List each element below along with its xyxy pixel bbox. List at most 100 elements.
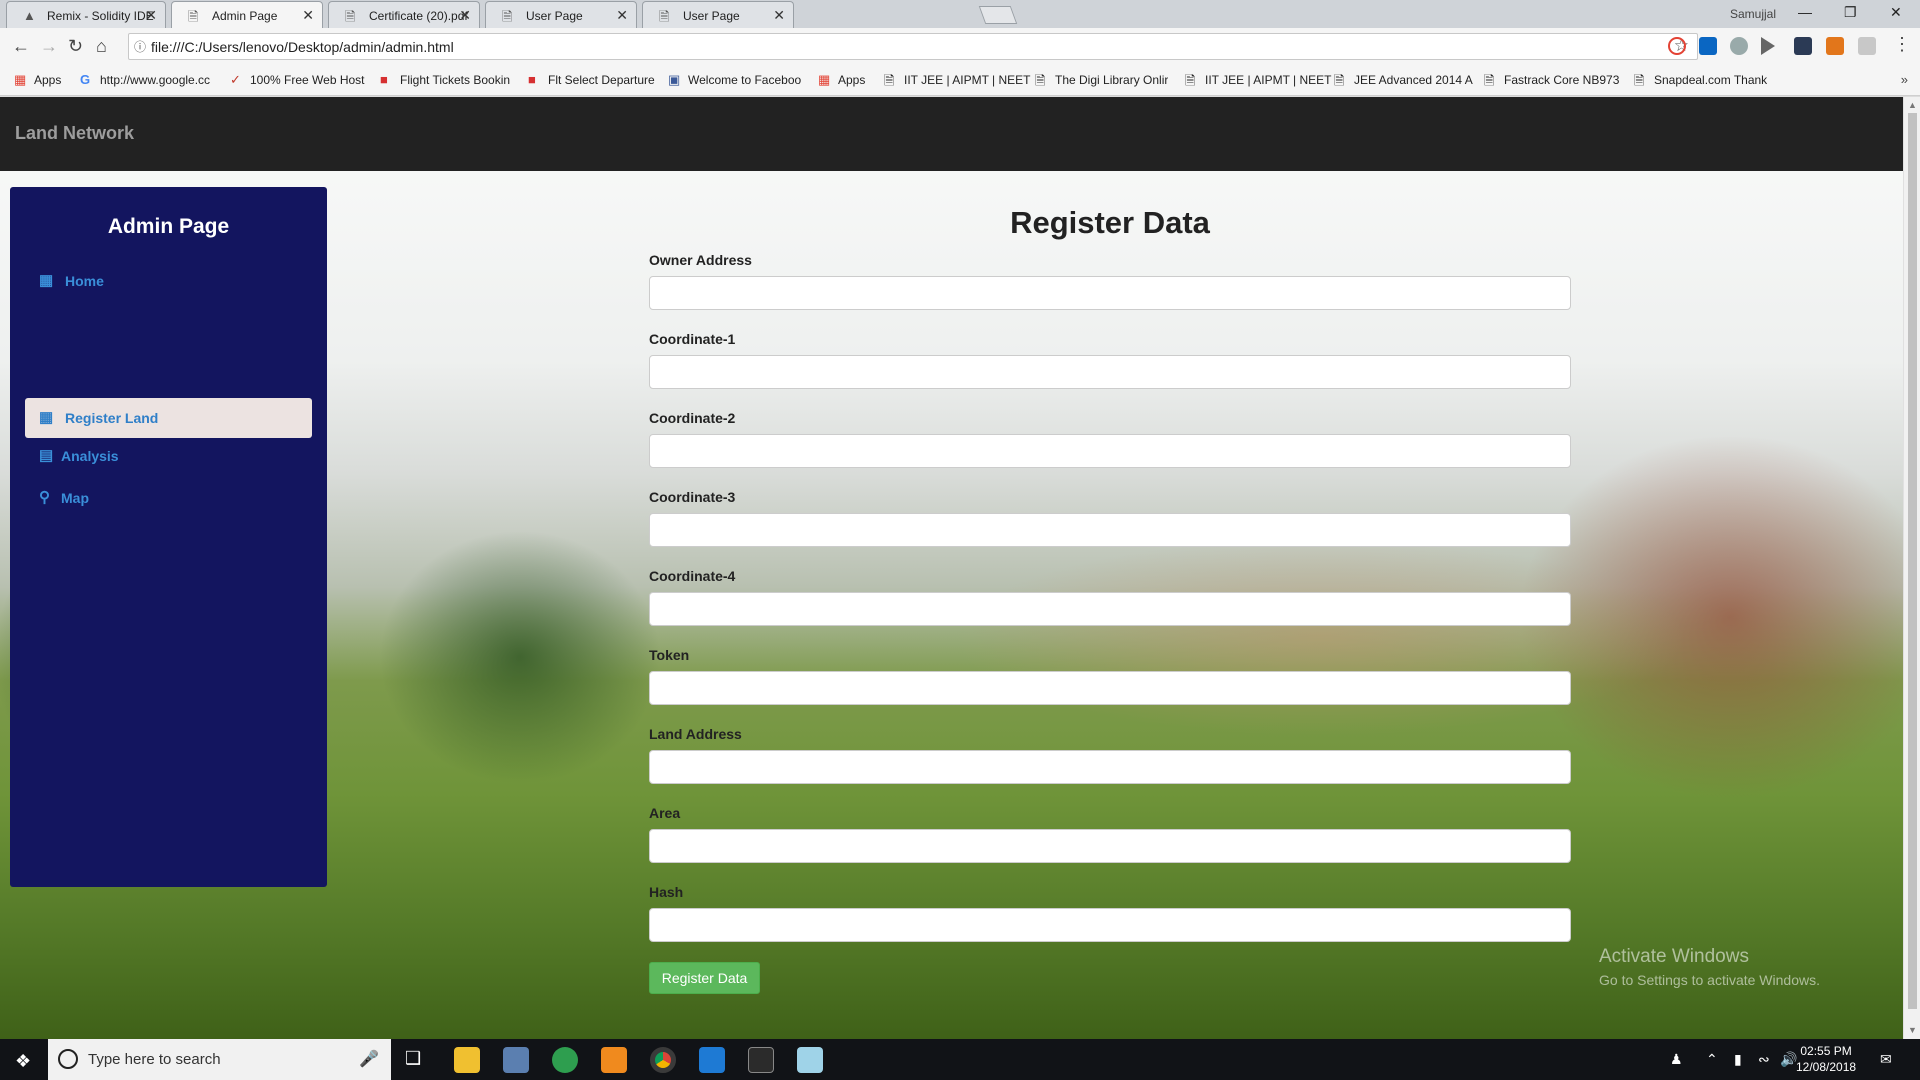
task-view-icon[interactable]: ❑ (405, 1048, 421, 1069)
tab-certificate[interactable]: 🗎 Certificate (20).pdf ✕ (328, 1, 480, 28)
bookmark-iit-jee-2[interactable]: 🗎 IIT JEE | AIPMT | NEET (1185, 73, 1332, 87)
bookmark-flight-tickets[interactable]: ■ Flight Tickets Bookin (380, 73, 510, 87)
taskbar-clock[interactable]: 02:55 PM 12/08/2018 (1796, 1043, 1856, 1075)
app-icon[interactable] (797, 1047, 823, 1073)
bookmark-fastrack[interactable]: 🗎 Fastrack Core NB973 (1484, 73, 1619, 87)
tab-strip: ▲ Remix - Solidity IDE ✕ 🗎 Admin Page ✕ … (0, 0, 1920, 28)
coordinate-3-input[interactable] (649, 513, 1571, 547)
reload-icon[interactable]: ↻ (68, 36, 83, 57)
terminal-icon[interactable] (748, 1047, 774, 1073)
profile-name[interactable]: Samujjal (1730, 7, 1776, 21)
scroll-down-icon[interactable]: ▼ (1908, 1025, 1917, 1035)
new-tab-button[interactable] (978, 6, 1018, 24)
notifications-icon[interactable]: ✉ (1880, 1051, 1892, 1068)
tab-title: User Page (526, 9, 583, 23)
menu-icon[interactable]: ⋮ (1893, 34, 1911, 55)
app-icon[interactable] (503, 1047, 529, 1073)
bookmark-facebook[interactable]: ▣ Welcome to Faceboo (668, 73, 801, 87)
bookmark-jee-advanced[interactable]: 🗎 JEE Advanced 2014 A (1334, 73, 1473, 87)
top-navbar: Land Network (0, 97, 1903, 171)
metamask-icon[interactable] (1826, 37, 1844, 55)
sublime-text-icon[interactable] (601, 1047, 627, 1073)
back-icon[interactable]: ← (12, 36, 30, 57)
register-data-button[interactable]: Register Data (649, 962, 760, 994)
linkedin-extension-icon[interactable] (1699, 37, 1717, 55)
tab-title: User Page (683, 9, 740, 23)
search-icon (58, 1049, 78, 1069)
chevron-right-icon[interactable]: » (1901, 72, 1908, 87)
bookmark-flt-select[interactable]: ■ Flt Select Departure (528, 73, 655, 87)
activate-windows-subtitle: Go to Settings to activate Windows. (1599, 972, 1820, 988)
sidebar-item-analysis[interactable]: ▤ Analysis (25, 436, 312, 476)
coordinate-2-input[interactable] (649, 434, 1571, 468)
extension-icon[interactable] (1730, 37, 1748, 55)
facebook-icon: ▣ (668, 73, 681, 87)
brand-link[interactable]: Land Network (15, 123, 134, 144)
page-icon: 🗎 (1484, 73, 1495, 87)
bookmark-google[interactable]: Ghttp://www.google.cc (80, 73, 210, 87)
microphone-icon[interactable]: 🎤 (359, 1049, 379, 1069)
address-bar[interactable]: ⓘ file:///C:/Users/lenovo/Desktop/admin/… (128, 33, 1698, 60)
bookmark-free-web-host[interactable]: ✓ 100% Free Web Host (230, 73, 365, 87)
volume-icon[interactable]: 🔊 (1780, 1051, 1797, 1068)
close-icon[interactable]: ✕ (459, 7, 471, 24)
extension-icon[interactable] (1794, 37, 1812, 55)
vscode-icon[interactable] (699, 1047, 725, 1073)
token-input[interactable] (649, 671, 1571, 705)
chrome-icon[interactable] (650, 1047, 676, 1073)
sidebar-item-register-land[interactable]: ▦ Register Land (25, 398, 312, 438)
bookmark-apps-2[interactable]: ▦ Apps (818, 73, 865, 87)
close-window-icon[interactable]: ✕ (1890, 4, 1902, 21)
chevron-up-icon[interactable]: ⌃ (1706, 1051, 1718, 1068)
restore-icon[interactable]: ❐ (1844, 4, 1857, 21)
coordinate-2-label: Coordinate-2 (649, 410, 736, 426)
home-icon[interactable]: ⌂ (96, 36, 107, 57)
tab-remix[interactable]: ▲ Remix - Solidity IDE ✕ (6, 1, 166, 28)
area-label: Area (649, 805, 681, 821)
sidebar-item-label: Register Land (65, 410, 159, 426)
sidebar-item-label: Map (61, 490, 89, 506)
coordinate-3-label: Coordinate-3 (649, 489, 736, 505)
minimize-icon[interactable]: — (1798, 4, 1812, 20)
land-address-input[interactable] (649, 750, 1571, 784)
taskbar-search[interactable]: Type here to search 🎤 (48, 1039, 391, 1080)
wifi-icon[interactable]: ∾ (1758, 1051, 1770, 1068)
tab-user-page[interactable]: 🗎 User Page ✕ (485, 1, 637, 28)
scrollbar-thumb[interactable] (1908, 113, 1917, 1009)
info-icon[interactable]: ⓘ (134, 38, 146, 55)
extension-icon[interactable] (1858, 37, 1876, 55)
close-icon[interactable]: ✕ (773, 7, 785, 24)
bookmark-apps[interactable]: ▦ Apps (14, 73, 61, 87)
bookmark-snapdeal[interactable]: 🗎 Snapdeal.com Thank (1634, 73, 1767, 87)
apps-grid-icon: ▦ (14, 73, 27, 87)
tab-user-page-2[interactable]: 🗎 User Page ✕ (642, 1, 794, 28)
battery-icon[interactable]: ▮ (1734, 1051, 1742, 1068)
close-icon[interactable]: ✕ (145, 7, 157, 24)
windows-start-icon[interactable]: ❖ (15, 1051, 31, 1072)
hash-input[interactable] (649, 908, 1571, 942)
close-icon[interactable]: ✕ (616, 7, 628, 24)
area-input[interactable] (649, 829, 1571, 863)
app-icon[interactable] (552, 1047, 578, 1073)
scroll-up-icon[interactable]: ▲ (1908, 100, 1917, 110)
activate-windows-title: Activate Windows (1599, 946, 1749, 967)
people-icon[interactable]: ♟ (1670, 1051, 1683, 1068)
forward-icon[interactable]: → (40, 36, 58, 57)
bookmark-digi-library[interactable]: 🗎 The Digi Library Onlir (1035, 73, 1168, 87)
sidebar-item-map[interactable]: ⚲ Map (25, 478, 312, 518)
extension-icon[interactable] (1668, 37, 1686, 55)
map-marker-icon: ⚲ (39, 489, 50, 506)
coordinate-4-input[interactable] (649, 592, 1571, 626)
close-icon[interactable]: ✕ (302, 7, 314, 24)
tab-admin-page[interactable]: 🗎 Admin Page ✕ (171, 1, 323, 28)
bookmark-icon: ■ (380, 73, 388, 87)
google-icon: G (80, 73, 91, 87)
coordinate-1-input[interactable] (649, 355, 1571, 389)
token-label: Token (649, 647, 690, 663)
bookmark-iit-jee[interactable]: 🗎 IIT JEE | AIPMT | NEET (884, 73, 1031, 87)
play-extension-icon[interactable] (1761, 37, 1775, 55)
owner-address-input[interactable] (649, 276, 1571, 310)
file-explorer-icon[interactable] (454, 1047, 480, 1073)
sidebar-item-home[interactable]: ▦ Home (25, 261, 312, 301)
page-scrollbar[interactable]: ▲ ▼ (1903, 97, 1920, 1039)
